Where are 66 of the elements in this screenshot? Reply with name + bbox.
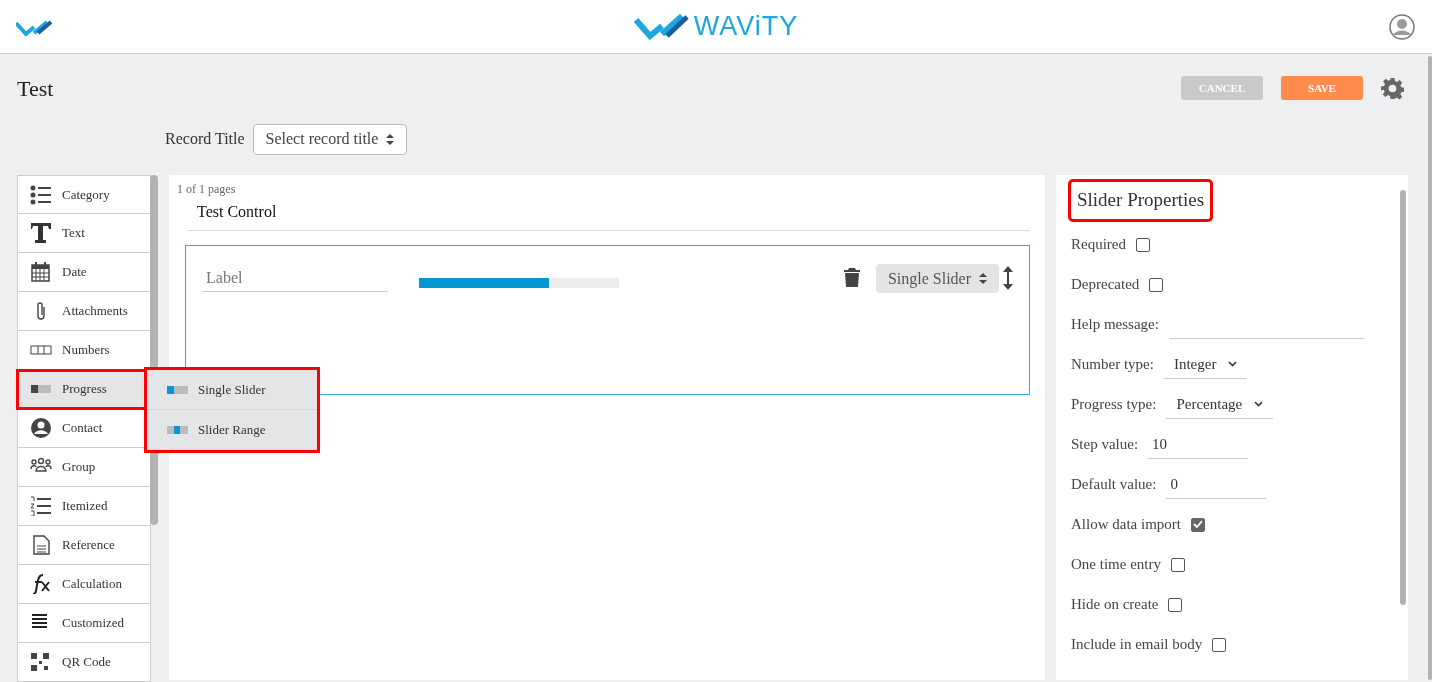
page-title: Test Control [187, 198, 1030, 231]
scrollbar[interactable] [1428, 56, 1432, 680]
panel-title: Slider Properties [1071, 182, 1211, 219]
resize-icon[interactable] [1003, 266, 1013, 290]
text-icon [30, 223, 52, 243]
field-label: Step value: [1071, 435, 1139, 455]
logo-icon [633, 13, 690, 40]
record-title-select[interactable]: Select record title [252, 123, 408, 155]
checkbox[interactable] [1191, 517, 1205, 532]
input-field[interactable]: 0 [1166, 470, 1267, 499]
page-count: 1 of 1 pages [177, 181, 237, 198]
trash-icon[interactable] [843, 268, 860, 287]
avatar-icon[interactable] [1389, 14, 1415, 40]
field-label: One time entry [1071, 555, 1161, 575]
record-title-label: Record Title [165, 129, 245, 149]
settings-icon[interactable] [1381, 76, 1404, 100]
form-title: Test [17, 74, 54, 103]
numbered-list-icon [30, 496, 52, 516]
field-label: Default value: [1071, 475, 1157, 495]
checkbox[interactable] [1212, 637, 1227, 652]
sidebar-item[interactable]: Itemized [17, 487, 151, 526]
field-label: Progress type: [1071, 395, 1157, 415]
field-label: Required [1071, 235, 1126, 255]
checkbox[interactable] [1136, 237, 1150, 252]
caret-icon [386, 133, 395, 145]
input-field[interactable]: 10 [1148, 430, 1249, 459]
function-icon [30, 574, 52, 594]
caret-icon [979, 273, 987, 284]
logo-icon[interactable] [16, 20, 55, 36]
slider-track[interactable] [419, 278, 619, 288]
chevron-icon [1228, 361, 1238, 367]
calendar-icon [30, 262, 52, 282]
slider-icon [167, 385, 188, 394]
sidebar-item[interactable]: Group [17, 448, 151, 487]
qr-icon [30, 652, 52, 672]
user-icon [30, 418, 52, 438]
sidebar-item[interactable]: QR Code [17, 643, 151, 682]
sidebar-item[interactable]: Attachments [17, 292, 151, 331]
field-label: Deprecated [1071, 275, 1140, 295]
menu-item[interactable]: Single Slider [147, 370, 317, 410]
slider-type-select[interactable]: Single Slider [875, 264, 999, 293]
sidebar-item[interactable]: Calculation [17, 565, 151, 604]
field-label: Allow data import [1071, 515, 1181, 535]
label-field[interactable]: Label [202, 264, 388, 292]
field-label: Hide on create [1071, 595, 1159, 615]
sidebar-item[interactable]: Text [17, 214, 151, 253]
brand-name: WAViTY [693, 13, 799, 40]
sidebar-item[interactable]: Category [17, 175, 151, 214]
menu-item[interactable]: Slider Range [147, 410, 317, 450]
dropdown[interactable]: Percentage [1166, 390, 1274, 419]
sidebar-item[interactable]: Date [17, 253, 151, 292]
checkbox[interactable] [1171, 557, 1185, 572]
scrollbar[interactable] [1400, 190, 1406, 605]
sidebar-item[interactable]: Reference [17, 526, 151, 565]
sidebar-item[interactable]: Numbers [17, 331, 151, 370]
field-label: Number type: [1071, 355, 1154, 375]
checkbox[interactable] [1168, 597, 1183, 612]
document-icon [30, 535, 52, 555]
chevron-icon [1254, 401, 1264, 407]
dropdown[interactable]: Integer [1163, 350, 1248, 379]
slider-icon [167, 425, 188, 434]
list-icon [30, 184, 52, 205]
checkbox[interactable] [1149, 277, 1164, 292]
field-label: Help message: [1071, 315, 1159, 335]
sidebar-item[interactable]: Customized [17, 604, 151, 643]
field-label: Include in email body [1071, 635, 1203, 655]
